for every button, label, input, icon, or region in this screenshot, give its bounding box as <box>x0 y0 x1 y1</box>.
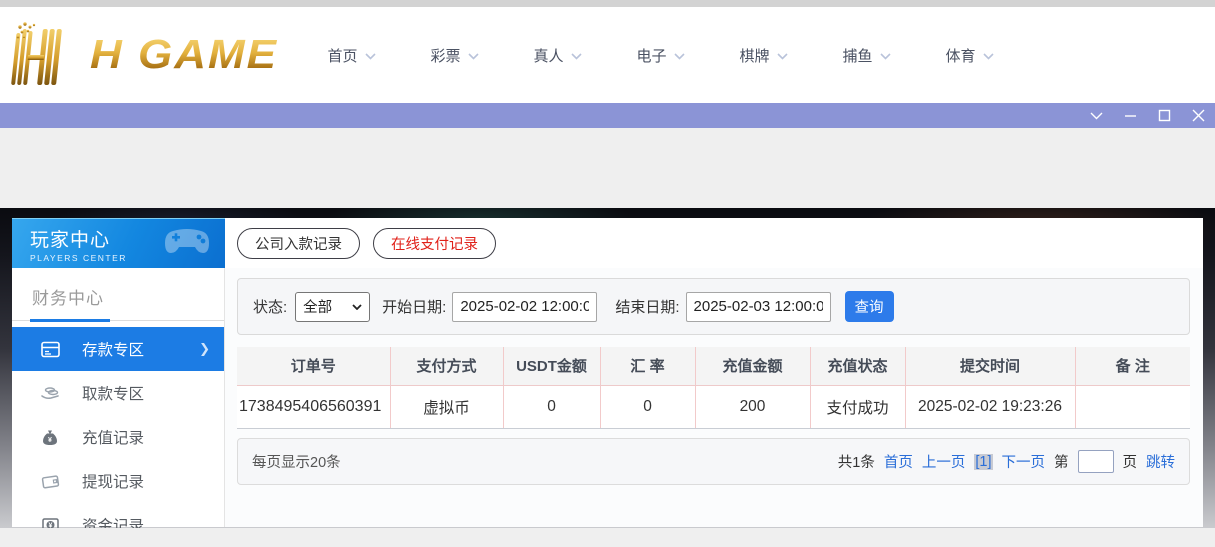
top-strip <box>0 0 1215 7</box>
col-exchange-rate: 汇 率 <box>599 347 696 386</box>
withdraw-hand-icon <box>40 386 60 401</box>
col-remarks: 备 注 <box>1074 347 1190 386</box>
nav-item-sports[interactable]: 体育 <box>918 7 1021 103</box>
page-jump-input[interactable] <box>1077 450 1114 473</box>
current-page: [1] <box>974 453 993 470</box>
main-nav: 首页 彩票 真人 电子 棋牌 捕鱼 体育 <box>300 7 1021 103</box>
chevron-down-icon <box>673 52 685 60</box>
col-submit-time: 提交时间 <box>904 347 1076 386</box>
col-recharge-amount: 充值金额 <box>694 347 811 386</box>
site-header: H GAME 首页 彩票 真人 电子 棋牌 捕鱼 体育 <box>0 7 1215 103</box>
empty-client-area <box>0 128 1215 210</box>
sidebar-banner: 玩家中心 PLAYERS CENTER <box>12 218 225 268</box>
sidebar-section-title: 财务中心 <box>32 289 104 308</box>
next-page-link[interactable]: 下一页 <box>1002 451 1046 472</box>
tab-company-deposit-records[interactable]: 公司入款记录 <box>237 227 360 259</box>
status-label: 状态: <box>253 299 288 316</box>
chevron-right-icon: ❯ <box>199 341 210 356</box>
sidebar-menu: 存款专区 ❯ 取款专区 ¥ 充值记录 提现记录 ¥ 资金记录 <box>12 327 224 547</box>
chevron-down-icon <box>776 52 788 60</box>
svg-text:¥: ¥ <box>48 437 52 444</box>
query-button[interactable]: 查询 <box>844 291 894 322</box>
page-size-text: 每页显示20条 <box>252 455 341 471</box>
col-recharge-status: 充值状态 <box>809 347 906 386</box>
site-logo[interactable]: H GAME <box>10 19 278 91</box>
nav-item-chess[interactable]: 棋牌 <box>712 7 815 103</box>
gamepad-icon <box>165 229 209 253</box>
chevron-down-icon <box>879 52 891 60</box>
table-header-row: 订单号 支付方式 USDT金额 汇 率 充值金额 充值状态 提交时间 备 注 <box>237 347 1190 386</box>
player-center-panel: 玩家中心 PLAYERS CENTER 财务中心 存款专区 ❯ 取款专区 ¥ 充… <box>12 218 1203 535</box>
pagination-controls: 共1条 首页 上一页 [1] 下一页 第 页 跳转 <box>838 450 1175 473</box>
chevron-down-icon <box>364 52 376 60</box>
content-area: 公司入款记录 在线支付记录 状态: 全部 开始日期: 结束日期: 查询 <box>225 218 1203 527</box>
col-usdt-amount: USDT金额 <box>502 347 601 386</box>
total-count: 共1条 <box>837 455 875 471</box>
cell-usdt-amount: 0 <box>502 385 601 429</box>
app-window: H GAME 首页 彩票 真人 电子 棋牌 捕鱼 体育 玩家中心 PLAYERS… <box>0 0 1215 543</box>
pagination-bar: 每页显示20条 共1条 首页 上一页 [1] 下一页 第 页 跳转 <box>237 438 1190 485</box>
jump-button[interactable]: 跳转 <box>1146 451 1175 472</box>
jump-prefix-label: 第 <box>1054 455 1069 471</box>
nav-item-slots[interactable]: 电子 <box>609 7 712 103</box>
cell-remarks <box>1074 385 1190 429</box>
chevron-down-icon <box>982 52 994 60</box>
sidebar-item-withdrawal-records[interactable]: 提现记录 <box>12 459 224 503</box>
tab-online-payment-records[interactable]: 在线支付记录 <box>373 227 496 259</box>
col-order-number: 订单号 <box>237 347 391 386</box>
chevron-down-icon <box>352 303 362 310</box>
bottom-strip <box>0 528 1215 543</box>
end-date-input[interactable] <box>685 291 831 322</box>
first-page-link[interactable]: 首页 <box>884 451 913 472</box>
chevron-down-icon[interactable] <box>1090 109 1103 122</box>
minimize-icon[interactable] <box>1124 109 1137 122</box>
end-date-label: 结束日期: <box>615 299 680 316</box>
cell-exchange-rate: 0 <box>599 385 696 429</box>
records-table: 订单号 支付方式 USDT金额 汇 率 充值金额 充值状态 提交时间 备 注 1… <box>237 347 1190 429</box>
section-divider <box>12 319 224 322</box>
sidebar-item-withdraw[interactable]: 取款专区 <box>12 371 224 415</box>
jump-suffix-label: 页 <box>1122 455 1138 471</box>
nav-item-live[interactable]: 真人 <box>506 7 609 103</box>
status-select[interactable]: 全部 <box>295 291 371 322</box>
logo-text: H GAME <box>90 32 278 78</box>
start-date-label: 开始日期: <box>382 299 447 316</box>
nav-item-fishing[interactable]: 捕鱼 <box>815 7 918 103</box>
sidebar-item-deposit[interactable]: 存款专区 ❯ <box>12 327 224 371</box>
sidebar-item-recharge-records[interactable]: ¥ 充值记录 <box>12 415 224 459</box>
cell-recharge-amount: 200 <box>694 385 811 429</box>
money-bag-icon: ¥ <box>40 429 60 446</box>
sidebar-item-label: 提现记录 <box>82 474 145 491</box>
close-icon[interactable] <box>1192 109 1205 122</box>
prev-page-link[interactable]: 上一页 <box>922 451 966 472</box>
sidebar-item-label: 充值记录 <box>82 430 145 447</box>
cell-recharge-status: 支付成功 <box>809 385 906 429</box>
wallet-icon <box>40 474 60 489</box>
start-date-input[interactable] <box>452 291 598 322</box>
sidebar-item-label: 存款专区 <box>82 342 145 359</box>
deposit-card-icon <box>40 341 60 358</box>
chevron-down-icon <box>570 52 582 60</box>
cell-submit-time: 2025-02-02 19:23:26 <box>904 385 1076 429</box>
sidebar-item-label: 取款专区 <box>82 386 145 403</box>
logo-mark <box>11 22 62 85</box>
table-row: 1738495406560391 虚拟币 0 0 200 支付成功 2025-0… <box>237 385 1190 429</box>
cell-order-number: 1738495406560391 <box>237 385 391 429</box>
sidebar: 玩家中心 PLAYERS CENTER 财务中心 存款专区 ❯ 取款专区 ¥ 充… <box>12 218 225 535</box>
record-tabs: 公司入款记录 在线支付记录 <box>225 218 1203 268</box>
maximize-icon[interactable] <box>1158 109 1171 122</box>
filter-bar: 状态: 全部 开始日期: 结束日期: 查询 <box>237 278 1190 335</box>
window-titlebar <box>0 103 1215 128</box>
nav-item-lottery[interactable]: 彩票 <box>403 7 506 103</box>
nav-item-home[interactable]: 首页 <box>300 7 403 103</box>
cell-payment-method: 虚拟币 <box>389 385 504 429</box>
col-payment-method: 支付方式 <box>389 347 504 386</box>
chevron-down-icon <box>467 52 479 60</box>
